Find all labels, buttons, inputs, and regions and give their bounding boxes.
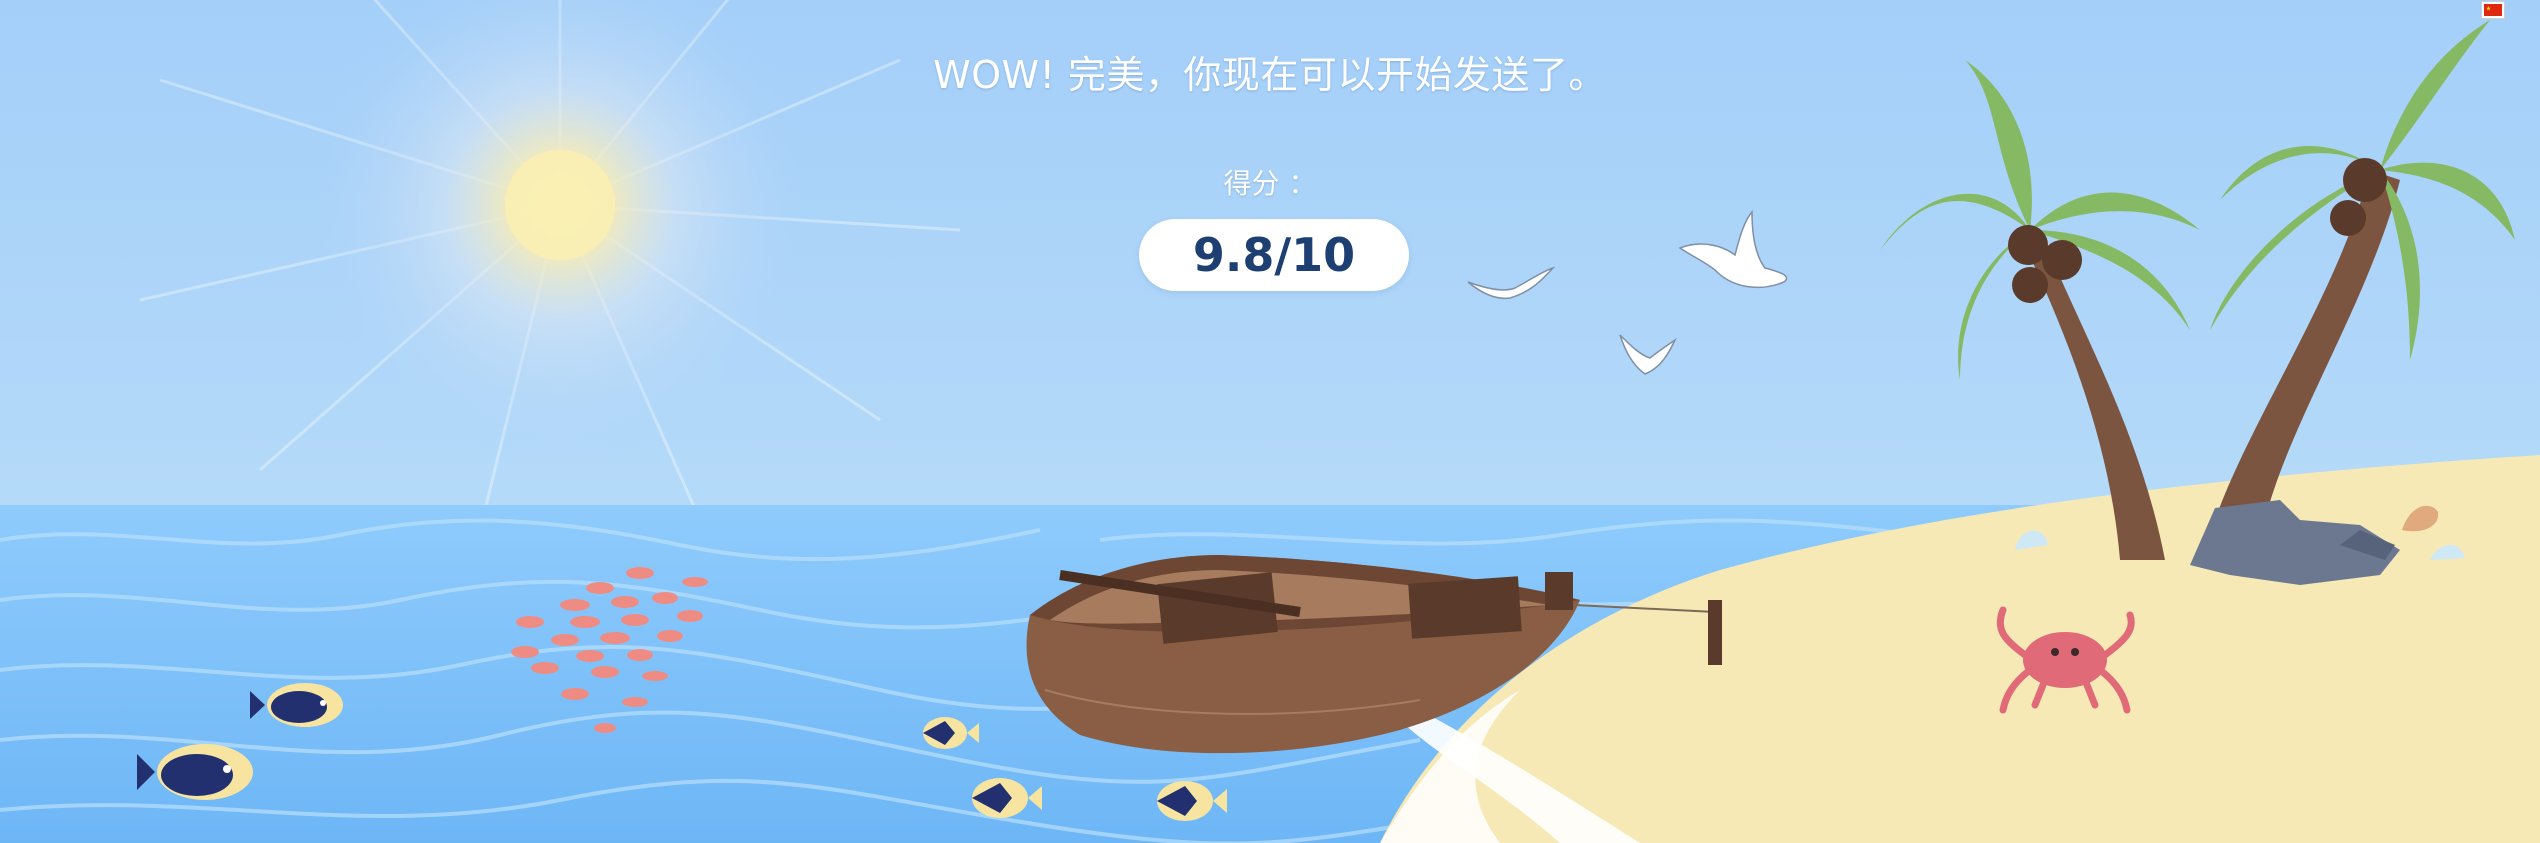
beach-scene-illustration <box>0 0 2540 843</box>
score-label: 得分 ： <box>1223 167 1317 200</box>
success-message: WOW! 完美，你现在可以开始发送了。 <box>933 53 1607 97</box>
score-value: 9.8/10 <box>1192 228 1356 282</box>
flag-fill <box>2484 4 2502 16</box>
score-badge: 9.8/10 <box>1139 219 1409 291</box>
china-flag-icon[interactable] <box>2481 1 2505 19</box>
